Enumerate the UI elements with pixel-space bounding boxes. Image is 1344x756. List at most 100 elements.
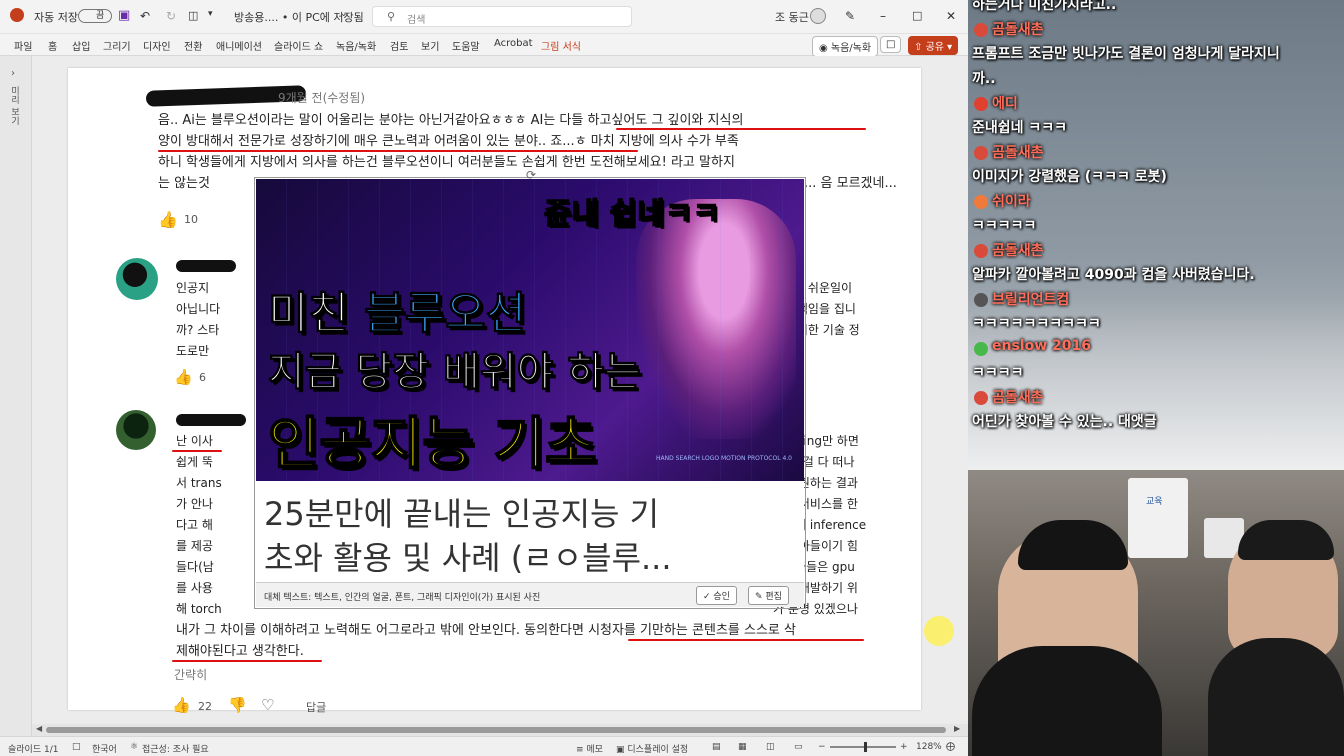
horizontal-scrollbar[interactable]: ◀ ▶ [32, 724, 968, 736]
chat-message: 어딘가 찾아볼 수 있는.. 대앳글 [972, 414, 1157, 430]
tab-slideshow[interactable]: 슬라이드 쇼 [274, 38, 323, 53]
thumbnail-pane-collapsed[interactable]: › 미리 보기 [0, 56, 32, 736]
reading-view-icon[interactable]: ◫ [766, 742, 775, 752]
language-label[interactable]: 한국어 [92, 742, 117, 755]
approve-button[interactable]: ✓ 승인 [696, 586, 737, 605]
comment-line: 를 제공 [176, 539, 213, 553]
slide[interactable]: 9개월 전(수정됨) 음.. Ai는 블루오션이라는 말이 어울리는 분야는 아… [68, 68, 921, 714]
edit-button[interactable]: ✎ 편집 [748, 586, 789, 605]
comment-line: 제해야된다고 생각한다. [176, 644, 304, 659]
edit-label: 편집 [765, 592, 782, 602]
tab-picture-format[interactable]: 그림 서식 [541, 38, 581, 53]
save-icon[interactable]: ▣ [118, 8, 130, 23]
tab-transitions[interactable]: 전환 [184, 38, 202, 53]
tab-home[interactable]: 홈 [48, 38, 57, 53]
chat-message: ㅋㅋㅋㅋㅋ [972, 218, 1037, 234]
chat-user-badge-icon [974, 244, 988, 258]
youtube-thumbnail-image[interactable]: 쥰내 쉽네ㅋㅋ 미친 블루오션 지금 당장 배워야 하는 인공지능 기초 HAN… [256, 179, 804, 481]
tab-acrobat[interactable]: Acrobat [494, 38, 533, 49]
sorter-view-icon[interactable]: ▦ [738, 742, 747, 752]
scroll-right-icon[interactable]: ▶ [954, 724, 960, 733]
pen-icon[interactable]: ✎ [845, 9, 855, 23]
spellcheck-icon[interactable]: □ [72, 742, 81, 752]
redo-icon[interactable]: ↻ [166, 9, 176, 23]
chat-message: 준내쉽네 ㅋㅋㅋ [972, 120, 1068, 136]
maximize-icon[interactable]: □ [912, 9, 922, 22]
autosave-toggle[interactable]: 끔 [78, 9, 112, 23]
chat-username[interactable]: 에디 [992, 93, 1018, 113]
chat-username[interactable]: 쉬이라 [992, 191, 1031, 211]
chat-username[interactable]: 곰돌새촌 [992, 240, 1044, 260]
like-icon[interactable]: 👍 [158, 210, 178, 229]
undo-icon[interactable]: ↶ [140, 9, 150, 23]
fit-slide-icon[interactable]: ⨁ [946, 742, 955, 752]
customize-icon[interactable]: ◫ [188, 9, 198, 22]
chat-username[interactable]: enslow 2016 [992, 338, 1091, 354]
autosave-label: 자동 저장 [34, 11, 78, 24]
chat-username[interactable]: 곰돌새촌 [992, 387, 1044, 407]
tab-animations[interactable]: 애니메이션 [216, 38, 262, 53]
tab-view[interactable]: 보기 [421, 38, 439, 53]
scroll-left-icon[interactable]: ◀ [36, 724, 42, 733]
red-underline [158, 150, 638, 152]
zoom-in-icon[interactable]: + [900, 742, 908, 752]
tab-help[interactable]: 도움말 [452, 38, 480, 53]
user-name[interactable]: 조 동근 [775, 9, 809, 25]
search-icon: ⚲ [387, 10, 396, 23]
powerpoint-logo-icon [10, 8, 24, 22]
tab-insert[interactable]: 삽입 [72, 38, 90, 53]
notes-label: 메모 [586, 745, 603, 755]
accessibility-icon[interactable]: ⚛ [130, 742, 138, 752]
expand-chevron-icon[interactable]: › [11, 68, 15, 79]
chat-message: ㅋㅋㅋㅋㅋㅋㅋㅋㅋㅋ [972, 316, 1101, 332]
chat-username[interactable]: 곰돌새촌 [992, 142, 1044, 162]
record-button[interactable]: ◉ 녹음/녹화 [812, 36, 879, 57]
zoom-slider[interactable] [830, 742, 896, 752]
like-icon[interactable]: 👍 [172, 696, 191, 714]
zoom-out-icon[interactable]: − [818, 742, 826, 752]
reply-button[interactable]: 답글 [306, 699, 326, 715]
share-button[interactable]: ⇧ 공유 ▾ [908, 36, 959, 55]
heart-icon[interactable]: ♡ [261, 696, 274, 714]
status-bar: 슬라이드 1/1 □ 한국어 ⚛ 접근성: 조사 필요 ≡ 메모 ▣ 디스플레이… [0, 736, 968, 756]
zoom-slider-handle[interactable] [864, 742, 867, 752]
tab-record[interactable]: 녹음/녹화 [336, 38, 376, 53]
tab-draw[interactable]: 그리기 [103, 38, 131, 53]
like-icon[interactable]: 👍 [174, 368, 193, 386]
thumbnail-headline-1a: 미친 [267, 288, 365, 340]
scrollbar-thumb[interactable] [46, 727, 946, 733]
chat-username[interactable]: 브릴리언트컴 [992, 289, 1069, 309]
display-settings-button[interactable]: ▣ 디스플레이 설정 [616, 742, 688, 755]
tab-design[interactable]: 디자인 [143, 38, 171, 53]
normal-view-icon[interactable]: ▤ [712, 742, 721, 752]
alt-text: 대체 텍스트: 텍스트, 인간의 얼굴, 폰트, 그래픽 디자인이(가) 표시된… [264, 593, 541, 603]
streamer-body [972, 646, 1162, 756]
rotate-handle-icon[interactable]: ⟳ [526, 168, 536, 182]
collapse-link[interactable]: 간략히 [174, 666, 207, 683]
doc-title-chevron-icon[interactable]: ⌄ [340, 9, 348, 19]
comment-line: 아닙니다 [176, 302, 221, 316]
tab-review[interactable]: 검토 [390, 38, 408, 53]
notes-button[interactable]: ≡ 메모 [576, 742, 603, 755]
minimize-icon[interactable]: – [880, 9, 886, 23]
accessibility-label[interactable]: 접근성: 조사 필요 [142, 742, 209, 755]
chat-user-badge-icon [974, 146, 988, 160]
zoom-level[interactable]: 128% [916, 742, 942, 752]
chat-username[interactable]: 곰돌새촌 [992, 19, 1044, 39]
chat-user-badge-icon [974, 342, 988, 356]
tab-file[interactable]: 파일 [14, 38, 32, 53]
avatar[interactable] [810, 8, 826, 24]
chat-message: ㅋㅋㅋㅋ [972, 365, 1024, 381]
close-icon[interactable]: ✕ [946, 9, 956, 23]
qat-dropdown-icon[interactable]: ▾ [208, 9, 213, 19]
dislike-icon[interactable]: 👎 [228, 696, 247, 714]
search-box[interactable]: ⚲ 검색 [372, 6, 632, 27]
comment-line: 인공지 [176, 281, 210, 295]
ribbon-tabs: 파일 홈 삽입 그리기 디자인 전환 애니메이션 슬라이드 쇼 녹음/녹화 검토… [0, 34, 968, 57]
search-placeholder: 검색 [407, 15, 426, 26]
slideshow-view-icon[interactable]: ▭ [794, 742, 803, 752]
comment-icon[interactable]: □ [880, 36, 902, 53]
red-underline [172, 450, 222, 452]
comment-line: 양이 방대해서 전문가로 성장하기에 매우 큰노력과 어려움이 있는 분야.. … [158, 134, 739, 149]
redacted-username [176, 414, 246, 426]
